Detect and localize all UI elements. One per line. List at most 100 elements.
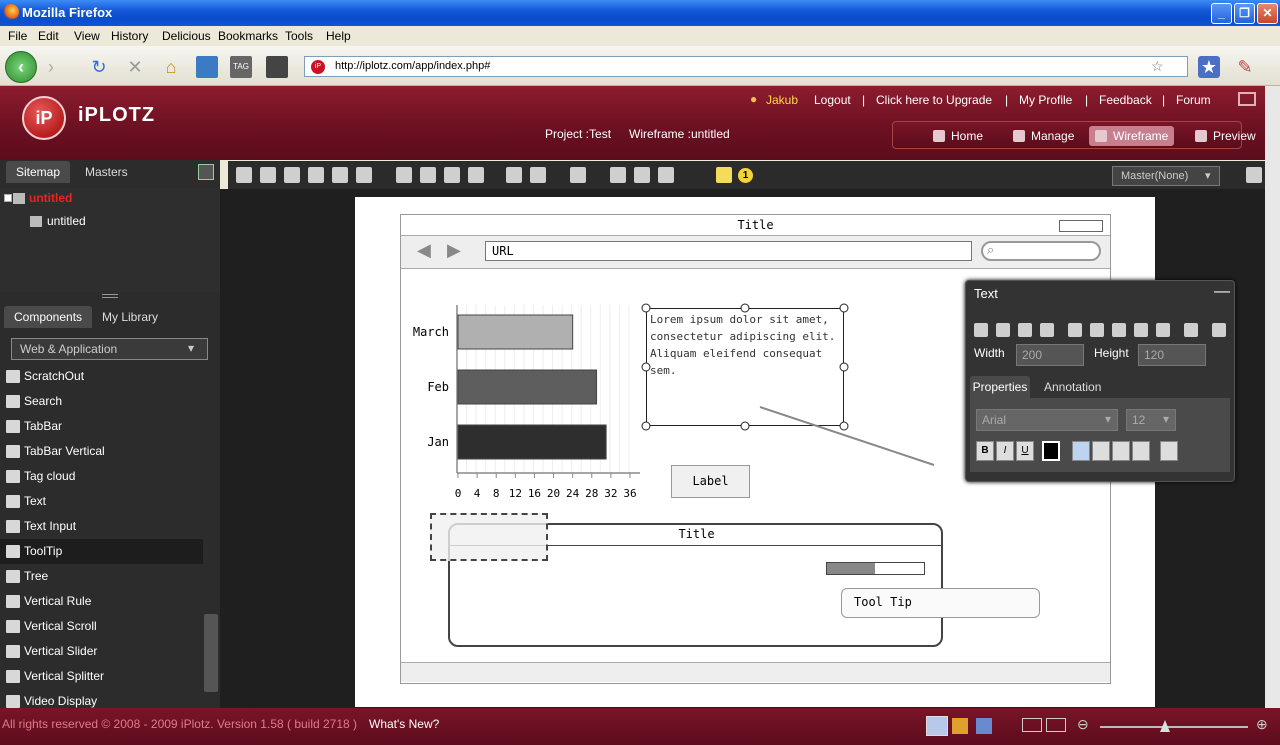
- resize-handle[interactable]: [740, 303, 750, 313]
- resize-handle[interactable]: [839, 421, 849, 431]
- shape-icon[interactable]: [658, 167, 674, 183]
- component-item[interactable]: ToolTip: [0, 539, 203, 564]
- category-select[interactable]: Web & Application ▾: [11, 338, 208, 360]
- tab-annotation[interactable]: Annotation: [1044, 380, 1101, 394]
- fit-icon[interactable]: [1022, 718, 1042, 732]
- logout-link[interactable]: Logout: [814, 93, 851, 107]
- user-name[interactable]: Jakub: [766, 93, 798, 107]
- resize-handle[interactable]: [641, 421, 651, 431]
- resize-handle[interactable]: [839, 362, 849, 372]
- bold-button[interactable]: B: [976, 441, 994, 461]
- mock-dashed-box[interactable]: [430, 513, 548, 561]
- component-list-scrollbar[interactable]: [204, 614, 218, 692]
- tab-wireframe[interactable]: Wireframe: [1089, 126, 1175, 146]
- component-item[interactable]: Text: [0, 489, 203, 514]
- bring-forward-icon[interactable]: [974, 323, 988, 337]
- tools-icon[interactable]: [1246, 167, 1262, 183]
- menu-view[interactable]: View: [74, 29, 100, 43]
- undo-icon[interactable]: [506, 167, 522, 183]
- redo-icon[interactable]: [530, 167, 546, 183]
- width-input[interactable]: 200: [1016, 344, 1084, 366]
- ungroup-icon[interactable]: [1134, 323, 1148, 337]
- align-right-icon[interactable]: [1112, 441, 1130, 461]
- component-item[interactable]: Text Input: [0, 514, 203, 539]
- tag-icon[interactable]: TAG: [230, 56, 252, 78]
- zoom-slider[interactable]: [1100, 726, 1248, 728]
- component-item[interactable]: Tree: [0, 564, 203, 589]
- menu-help[interactable]: Help: [326, 29, 351, 43]
- tab-manage[interactable]: Manage: [1007, 126, 1080, 146]
- component-item[interactable]: TabBar: [0, 414, 203, 439]
- sidebar-icon[interactable]: [196, 56, 218, 78]
- resize-handle[interactable]: [641, 303, 651, 313]
- reload-icon[interactable]: ↻: [88, 56, 110, 78]
- size-select[interactable]: 12 ▾: [1126, 409, 1176, 431]
- mock-tooltip[interactable]: Tool Tip: [841, 588, 1040, 618]
- tab-sitemap[interactable]: Sitemap: [6, 161, 71, 183]
- master-select[interactable]: Master(None) ▾: [1112, 166, 1220, 186]
- link-icon[interactable]: [1184, 323, 1198, 337]
- save-as-icon[interactable]: [260, 167, 276, 183]
- page-scrollbar[interactable]: [1265, 86, 1280, 708]
- tree-root[interactable]: untitled: [29, 191, 72, 205]
- feedback-link[interactable]: Feedback: [1099, 93, 1152, 107]
- justify-icon[interactable]: [1132, 441, 1150, 461]
- arrange-icon[interactable]: [468, 167, 484, 183]
- menu-file[interactable]: File: [8, 29, 27, 43]
- share-icon[interactable]: [332, 167, 348, 183]
- tab-components[interactable]: Components: [4, 306, 93, 328]
- bring-front-icon[interactable]: [1068, 323, 1082, 337]
- collapse-icon[interactable]: [4, 194, 12, 202]
- cut-icon[interactable]: [996, 323, 1010, 337]
- menu-bookmarks[interactable]: Bookmarks: [218, 29, 278, 43]
- italic-button[interactable]: I: [996, 441, 1014, 461]
- mock-label[interactable]: Label: [671, 465, 750, 498]
- component-item[interactable]: Vertical Rule: [0, 589, 203, 614]
- group-icon[interactable]: [1112, 323, 1126, 337]
- notes-count-badge[interactable]: 1: [738, 168, 753, 183]
- mock-line[interactable]: [759, 406, 935, 466]
- bookmark-star-icon[interactable]: ★: [1198, 56, 1220, 78]
- component-item[interactable]: Search: [0, 389, 203, 414]
- menu-tools[interactable]: Tools: [285, 29, 313, 43]
- tree-child[interactable]: untitled: [47, 214, 86, 228]
- tab-masters[interactable]: Masters: [75, 161, 138, 183]
- add-page-icon[interactable]: [198, 164, 214, 180]
- connector-icon[interactable]: [634, 167, 650, 183]
- component-item[interactable]: ScratchOut: [0, 364, 203, 389]
- send-back-icon[interactable]: [1090, 323, 1104, 337]
- delicious-icon[interactable]: [266, 56, 288, 78]
- grid-icon[interactable]: [396, 167, 412, 183]
- maximize-icon[interactable]: ❐: [1234, 3, 1255, 24]
- windows-icon[interactable]: [952, 718, 968, 734]
- underline-button[interactable]: U: [1016, 441, 1034, 461]
- menu-edit[interactable]: Edit: [38, 29, 59, 43]
- back-icon[interactable]: ‹: [5, 51, 37, 83]
- resize-handle[interactable]: [839, 303, 849, 313]
- align-left-icon[interactable]: [1072, 441, 1090, 461]
- upgrade-link[interactable]: Click here to Upgrade: [876, 93, 992, 107]
- component-item[interactable]: Vertical Splitter: [0, 664, 203, 689]
- height-input[interactable]: 120: [1138, 344, 1206, 366]
- list-icon[interactable]: [1160, 441, 1178, 461]
- minimize-icon[interactable]: _: [1211, 3, 1232, 24]
- paste-icon[interactable]: [1040, 323, 1054, 337]
- import-icon[interactable]: [308, 167, 324, 183]
- tab-preview[interactable]: Preview: [1189, 126, 1262, 146]
- star-icon[interactable]: ☆: [1151, 58, 1164, 75]
- note-icon[interactable]: [716, 167, 732, 183]
- component-item[interactable]: Tag cloud: [0, 464, 203, 489]
- mock-progress-bar[interactable]: [826, 562, 925, 575]
- export-icon[interactable]: [284, 167, 300, 183]
- tab-properties[interactable]: Properties: [970, 376, 1030, 398]
- copy-icon[interactable]: [1018, 323, 1032, 337]
- menu-delicious[interactable]: Delicious: [162, 29, 211, 43]
- splitter-handle[interactable]: [102, 294, 118, 298]
- fullscreen-icon[interactable]: [1238, 92, 1256, 106]
- forum-link[interactable]: Forum: [1176, 93, 1211, 107]
- notes-icon[interactable]: ✎: [1234, 56, 1256, 78]
- bar-chart[interactable]: March Feb Jan 0 4 8 12 16 20 24 28 32 36: [410, 298, 650, 502]
- stop-icon[interactable]: ✕: [124, 56, 146, 78]
- component-item[interactable]: Vertical Scroll: [0, 614, 203, 639]
- address-bar[interactable]: iP http://iplotz.com/app/index.php# ☆: [304, 56, 1188, 77]
